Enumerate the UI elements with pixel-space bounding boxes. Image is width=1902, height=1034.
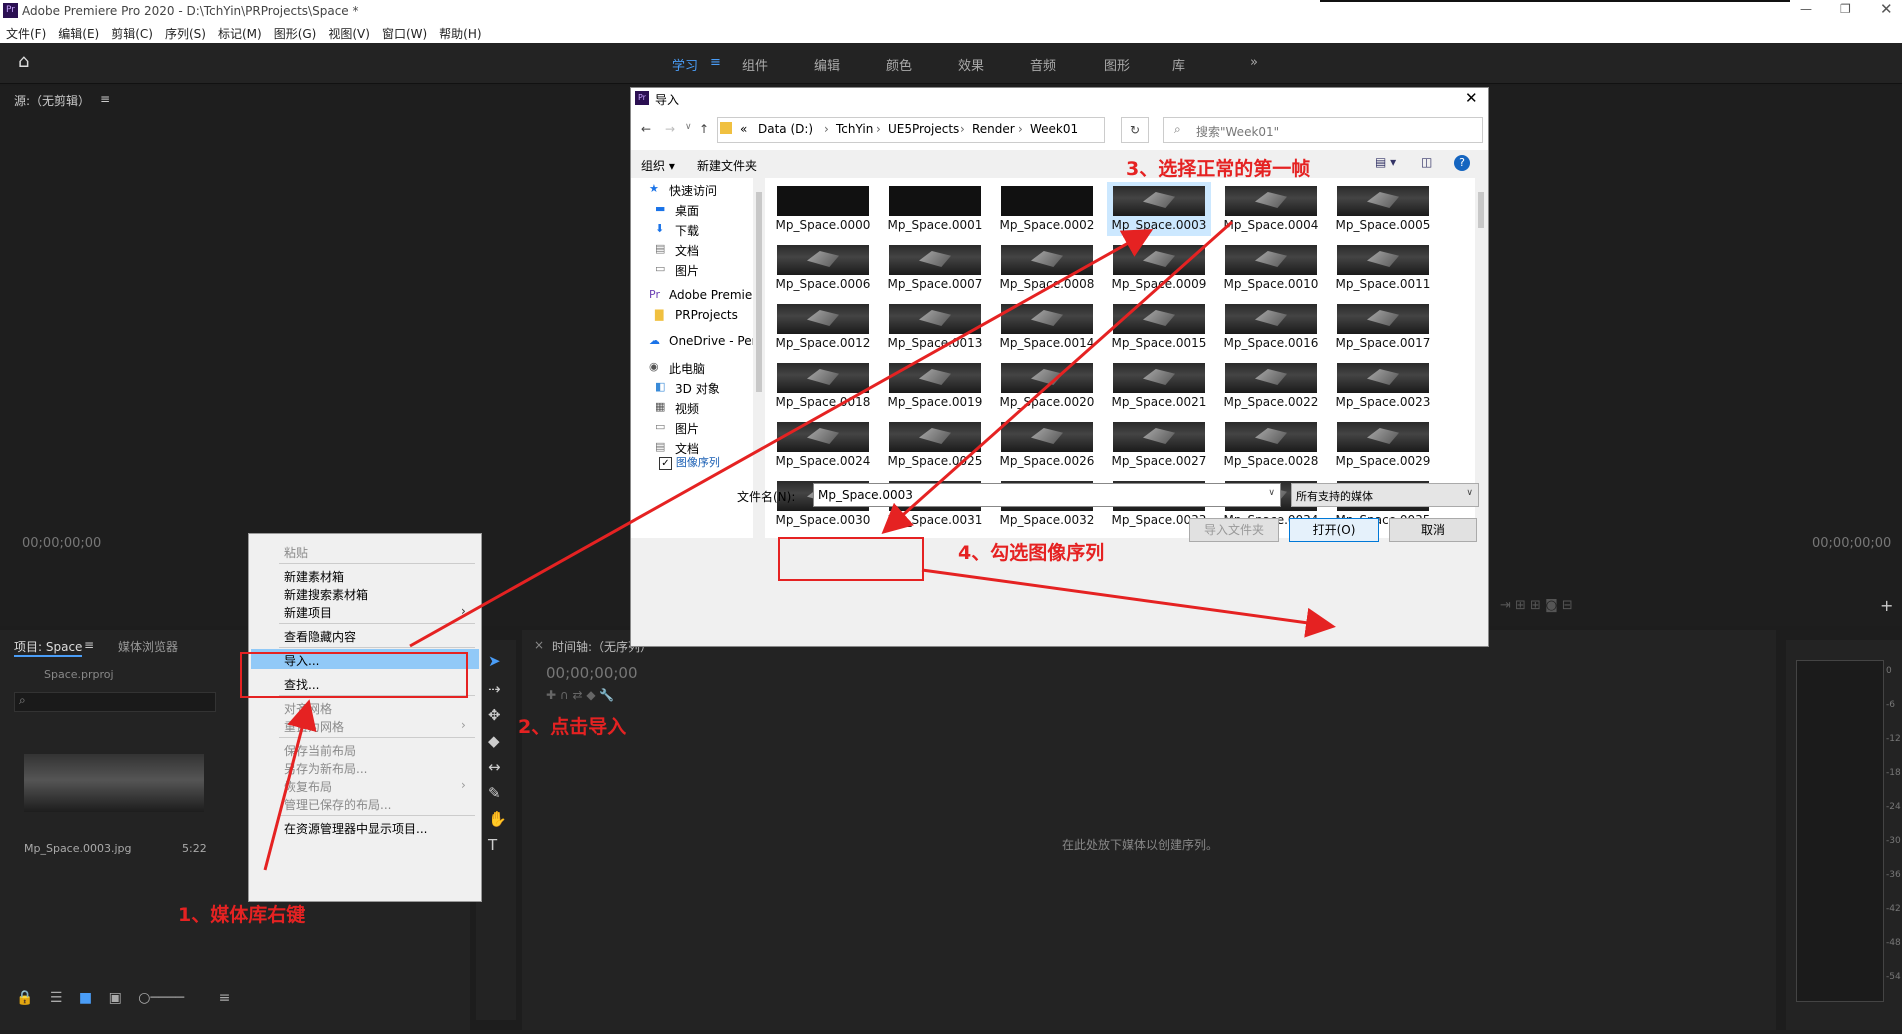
arrow-step3-to-thumb: [409, 229, 1154, 648]
annotation-step3: 3、选择正常的第一帧: [1126, 158, 1311, 180]
arrow-step4-to-open: [921, 568, 1336, 638]
annotation-arrows: [263, 220, 1336, 871]
annotation-step2: 2、点击导入: [518, 716, 627, 738]
arrow-step1: [263, 699, 317, 871]
annotation-step4: 4、勾选图像序列: [958, 542, 1105, 564]
annotation-step1: 1、媒体库右键: [178, 904, 306, 926]
arrow-step3-to-checkbox: [881, 220, 1233, 534]
